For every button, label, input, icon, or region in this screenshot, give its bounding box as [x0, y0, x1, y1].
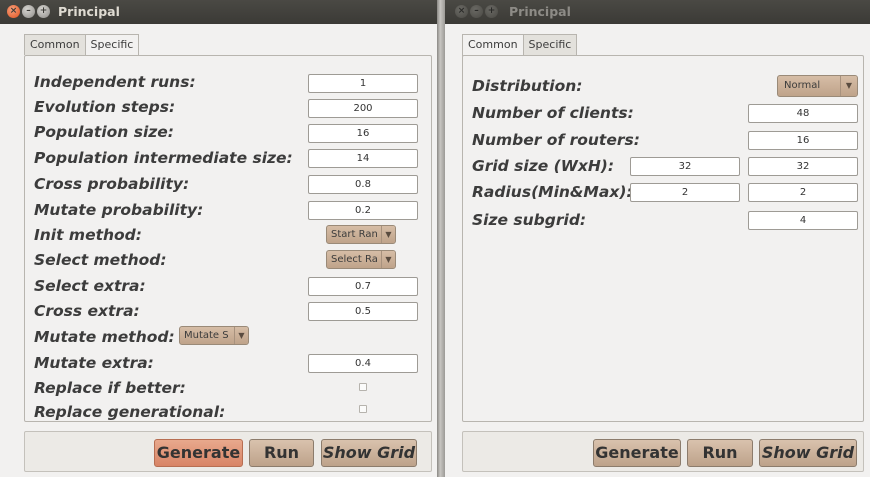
radius-min-input[interactable]: 2: [630, 183, 740, 202]
init-method-dropdown[interactable]: Start Ran ▼: [326, 225, 396, 244]
size-subgrid-input[interactable]: 4: [748, 211, 858, 230]
window-title: Principal: [58, 4, 120, 19]
population-size-input[interactable]: 16: [308, 124, 418, 143]
common-panel: Distribution: Normal ▼ Number of clients…: [462, 55, 864, 422]
run-button[interactable]: Run: [249, 439, 314, 467]
maximize-icon[interactable]: +: [485, 5, 498, 18]
generate-button[interactable]: Generate: [593, 439, 681, 467]
label-population-size: Population size:: [34, 123, 174, 141]
label-mutate-method: Mutate method:: [34, 328, 175, 346]
close-icon[interactable]: ×: [7, 5, 20, 18]
label-mutate-extra: Mutate extra:: [34, 354, 154, 372]
title-bar: × – + Principal: [445, 0, 870, 24]
independent-runs-input[interactable]: 1: [308, 74, 418, 93]
generate-button[interactable]: Generate: [154, 439, 243, 467]
select-method-value: Select Ra: [331, 254, 378, 265]
replace-if-better-checkbox[interactable]: [359, 383, 367, 391]
init-method-value: Start Ran: [331, 229, 378, 240]
cross-probability-input[interactable]: 0.8: [308, 175, 418, 194]
grid-width-input[interactable]: 32: [630, 157, 740, 176]
label-radius: Radius(Min&Max):: [472, 183, 633, 201]
label-replace-generational: Replace generational:: [34, 403, 226, 421]
label-independent-runs: Independent runs:: [34, 73, 196, 91]
evolution-steps-input[interactable]: 200: [308, 99, 418, 118]
cross-extra-input[interactable]: 0.5: [308, 302, 418, 321]
label-cross-extra: Cross extra:: [34, 302, 140, 320]
close-icon[interactable]: ×: [455, 5, 468, 18]
distribution-dropdown[interactable]: Normal ▼: [777, 75, 858, 97]
distribution-value: Normal: [784, 80, 821, 91]
tab-bar: Common Specific: [462, 34, 578, 56]
chevron-down-icon: ▼: [234, 327, 248, 344]
grid-height-input[interactable]: 32: [748, 157, 858, 176]
tab-common[interactable]: Common: [24, 34, 86, 55]
select-extra-input[interactable]: 0.7: [308, 277, 418, 296]
minimize-icon[interactable]: –: [470, 5, 483, 18]
label-number-of-routers: Number of routers:: [472, 131, 640, 149]
show-grid-button[interactable]: Show Grid: [759, 439, 857, 467]
tab-specific[interactable]: Specific: [522, 34, 578, 55]
tab-specific[interactable]: Specific: [84, 34, 140, 56]
label-population-intermediate-size: Population intermediate size:: [34, 149, 293, 167]
label-grid-size: Grid size (WxH):: [472, 157, 615, 175]
tab-common[interactable]: Common: [462, 34, 524, 56]
replace-generational-checkbox[interactable]: [359, 405, 367, 413]
window-principal-common: × – + Principal Common Specific Distribu…: [445, 0, 870, 477]
tab-bar: Common Specific: [24, 34, 140, 56]
label-select-method: Select method:: [34, 251, 167, 269]
label-number-of-clients: Number of clients:: [472, 104, 634, 122]
chevron-down-icon: ▼: [840, 76, 857, 96]
chevron-down-icon: ▼: [381, 226, 395, 243]
maximize-icon[interactable]: +: [37, 5, 50, 18]
label-select-extra: Select extra:: [34, 277, 146, 295]
number-of-routers-input[interactable]: 16: [748, 131, 858, 150]
window-title: Principal: [509, 4, 571, 19]
label-distribution: Distribution:: [472, 77, 583, 95]
window-principal-specific: × – + Principal Common Specific Independ…: [0, 0, 437, 477]
number-of-clients-input[interactable]: 48: [748, 104, 858, 123]
mutate-probability-input[interactable]: 0.2: [308, 201, 418, 220]
label-evolution-steps: Evolution steps:: [34, 98, 176, 116]
button-bar: Generate Run Show Grid: [462, 431, 864, 472]
title-bar: × – + Principal: [0, 0, 437, 24]
mutate-method-dropdown[interactable]: Mutate S ▼: [179, 326, 249, 345]
window-divider: [437, 0, 445, 477]
label-replace-if-better: Replace if better:: [34, 379, 186, 397]
label-size-subgrid: Size subgrid:: [472, 211, 587, 229]
select-method-dropdown[interactable]: Select Ra ▼: [326, 250, 396, 269]
run-button[interactable]: Run: [687, 439, 753, 467]
mutate-method-value: Mutate S: [184, 330, 229, 341]
radius-max-input[interactable]: 2: [748, 183, 858, 202]
button-bar: Generate Run Show Grid: [24, 431, 432, 472]
minimize-icon[interactable]: –: [22, 5, 35, 18]
label-cross-probability: Cross probability:: [34, 175, 190, 193]
show-grid-button[interactable]: Show Grid: [321, 439, 417, 467]
chevron-down-icon: ▼: [381, 251, 395, 268]
label-init-method: Init method:: [34, 226, 142, 244]
label-mutate-probability: Mutate probability:: [34, 201, 204, 219]
population-intermediate-size-input[interactable]: 14: [308, 149, 418, 168]
specific-panel: Independent runs: 1 Evolution steps: 200…: [24, 55, 432, 422]
mutate-extra-input[interactable]: 0.4: [308, 354, 418, 373]
